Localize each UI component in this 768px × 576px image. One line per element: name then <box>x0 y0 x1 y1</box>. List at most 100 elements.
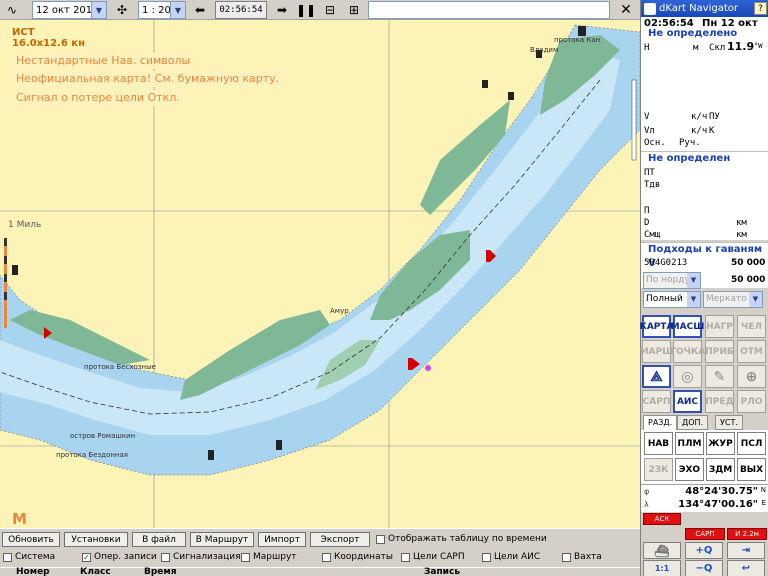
range-alarm-button[interactable]: И 2.2м <box>727 528 767 540</box>
scale-button[interactable]: МАСШ <box>671 315 704 338</box>
settings-button[interactable]: Установки <box>64 532 128 547</box>
depth-scale <box>631 79 637 161</box>
chevron-down-icon[interactable]: ▼ <box>91 2 106 18</box>
tab-settings[interactable]: УСТ. <box>715 415 743 430</box>
filter-coordinates[interactable]: Координаты <box>322 551 393 563</box>
warning-button[interactable]: ПРЕД <box>705 390 734 413</box>
radar-button[interactable]: РЛО <box>737 390 766 413</box>
tab-additional[interactable]: ДОП. <box>677 415 709 430</box>
nav-button[interactable]: НАВ <box>644 432 673 455</box>
display-mode-select[interactable]: Полный ▼ <box>643 291 701 308</box>
scale-one-button[interactable]: 1:1 <box>643 560 681 576</box>
help-icon[interactable]: ? <box>754 2 767 15</box>
filter-label: Цели САРП <box>413 552 465 562</box>
chart-button[interactable]: КАРТА <box>639 315 674 338</box>
orientation-select[interactable]: По норду ▼ <box>643 272 701 289</box>
map-logo: M <box>12 510 27 528</box>
refresh-button[interactable]: Обновить <box>2 532 60 547</box>
triangle-tool-icon[interactable]: ⟁ <box>642 365 671 388</box>
to-file-button[interactable]: В файл <box>132 532 186 547</box>
export-button[interactable]: Экспорт <box>310 532 370 547</box>
filter-alarms[interactable]: Сигнализация <box>161 551 241 563</box>
smsh-unit: км <box>736 230 747 240</box>
chevron-down-icon[interactable]: ▼ <box>687 292 700 307</box>
filter-ais-targets[interactable]: Цели АИС <box>482 551 540 563</box>
grid-view-icon[interactable]: ⊟ <box>320 1 340 19</box>
skl-unit: °W <box>754 42 763 50</box>
filter-system[interactable]: Система <box>3 551 55 563</box>
v-ref: ПУ <box>709 112 720 122</box>
track-icon[interactable]: ∿ <box>2 1 22 19</box>
checkbox-box[interactable] <box>161 552 170 562</box>
filter-route[interactable]: Маршрут <box>241 551 297 563</box>
route-button[interactable]: МАРШ <box>640 340 673 363</box>
log-button[interactable]: ЖУР <box>706 432 735 455</box>
exit-button[interactable]: ВЫХ <box>737 458 766 481</box>
checkbox-box[interactable] <box>322 552 331 562</box>
projection-select[interactable]: Меркато ▼ <box>703 291 763 308</box>
chevron-down-icon[interactable]: ▼ <box>687 273 700 288</box>
column-number[interactable]: Номер <box>16 567 50 576</box>
mark-button[interactable]: ОТМ <box>737 340 766 363</box>
chevron-down-icon[interactable]: ▼ <box>749 292 762 307</box>
mob-button[interactable]: ЧЕЛ <box>737 315 766 338</box>
nav-speed: 16.0x12.6 кн <box>12 38 85 49</box>
layout-icon[interactable]: ⊞ <box>344 1 364 19</box>
2zk-button[interactable]: 2ЗК <box>644 458 673 481</box>
checkbox-box[interactable] <box>3 552 12 562</box>
import-button[interactable]: Импорт <box>258 532 306 547</box>
column-record[interactable]: Запись <box>424 567 460 576</box>
return-icon[interactable]: ↩ <box>727 560 765 576</box>
ais-button[interactable]: АИС <box>673 390 702 413</box>
shore-object <box>276 440 282 450</box>
psl-button[interactable]: ПСЛ <box>737 432 766 455</box>
filter-arpa-targets[interactable]: Цели САРП <box>401 551 465 563</box>
scale-label: 1 Миль <box>8 220 42 230</box>
arpa-button[interactable]: САРП <box>642 390 671 413</box>
column-class[interactable]: Класс <box>80 567 111 576</box>
arrival-button[interactable]: ПРИБ <box>705 340 734 363</box>
back-arrow-icon[interactable]: ⬅ <box>190 1 210 19</box>
checkbox-box[interactable] <box>401 552 410 562</box>
zoom-in-button[interactable]: +Q <box>685 542 723 559</box>
filter-operator-records[interactable]: ✓ Опер. записи <box>82 551 157 563</box>
filter-watch[interactable]: Вахта <box>562 551 602 563</box>
skl-value: 11.9 <box>727 40 755 53</box>
scale-select[interactable]: 1 : 20 ▼ <box>138 1 186 19</box>
arpa-alarm-button[interactable]: САРП <box>685 528 725 540</box>
date-select[interactable]: 12 окт 2015 ▼ <box>32 1 107 19</box>
checkbox-box[interactable] <box>376 534 385 544</box>
orientation-scale: 50 000 <box>731 275 766 285</box>
pause-icon[interactable]: ❚❚ <box>296 1 316 19</box>
to-route-button[interactable]: В Маршрут <box>190 532 254 547</box>
v-label: V <box>644 112 650 122</box>
checkbox-box[interactable] <box>482 552 491 562</box>
forward-arrow-icon[interactable]: ➡ <box>272 1 292 19</box>
forward-icon[interactable]: ⇥ <box>727 542 765 559</box>
plm-button[interactable]: ПЛМ <box>675 432 704 455</box>
v-unit: к/ч <box>691 112 708 122</box>
checkbox-box-checked[interactable]: ✓ <box>82 552 91 562</box>
ack-button[interactable]: АСК <box>643 513 681 525</box>
pencil-icon[interactable]: ✎ <box>705 365 734 388</box>
chevron-down-icon[interactable]: ▼ <box>170 2 185 18</box>
place-label: протока Кан <box>554 36 601 44</box>
filter-label: Вахта <box>574 552 602 562</box>
satellite-icon[interactable]: ✣ <box>112 1 132 19</box>
checkbox-box[interactable] <box>562 552 571 562</box>
echo-button[interactable]: ЭХО <box>675 458 704 481</box>
point-button[interactable]: ТОЧКА <box>670 340 705 363</box>
tab-sections[interactable]: РАЗД. <box>643 415 678 431</box>
load-button[interactable]: НАГР <box>705 315 734 338</box>
zdm-button[interactable]: ЗДМ <box>706 458 735 481</box>
zoom-out-button[interactable]: −Q <box>685 560 723 576</box>
checkbox-box[interactable] <box>241 552 250 562</box>
crosshair-icon[interactable]: ⊕ <box>737 365 766 388</box>
column-time[interactable]: Время <box>144 567 177 576</box>
time-table-checkbox[interactable]: Отображать таблицу по времени <box>376 533 547 545</box>
target-icon[interactable]: ◎ <box>673 365 702 388</box>
close-icon[interactable]: ✕ <box>616 1 636 19</box>
ship-icon[interactable]: ⛴ <box>643 542 681 559</box>
nautical-chart[interactable]: ИСТ 16.0x12.6 кн Нестандартные Нав. симв… <box>0 20 640 528</box>
search-input[interactable] <box>368 1 610 19</box>
